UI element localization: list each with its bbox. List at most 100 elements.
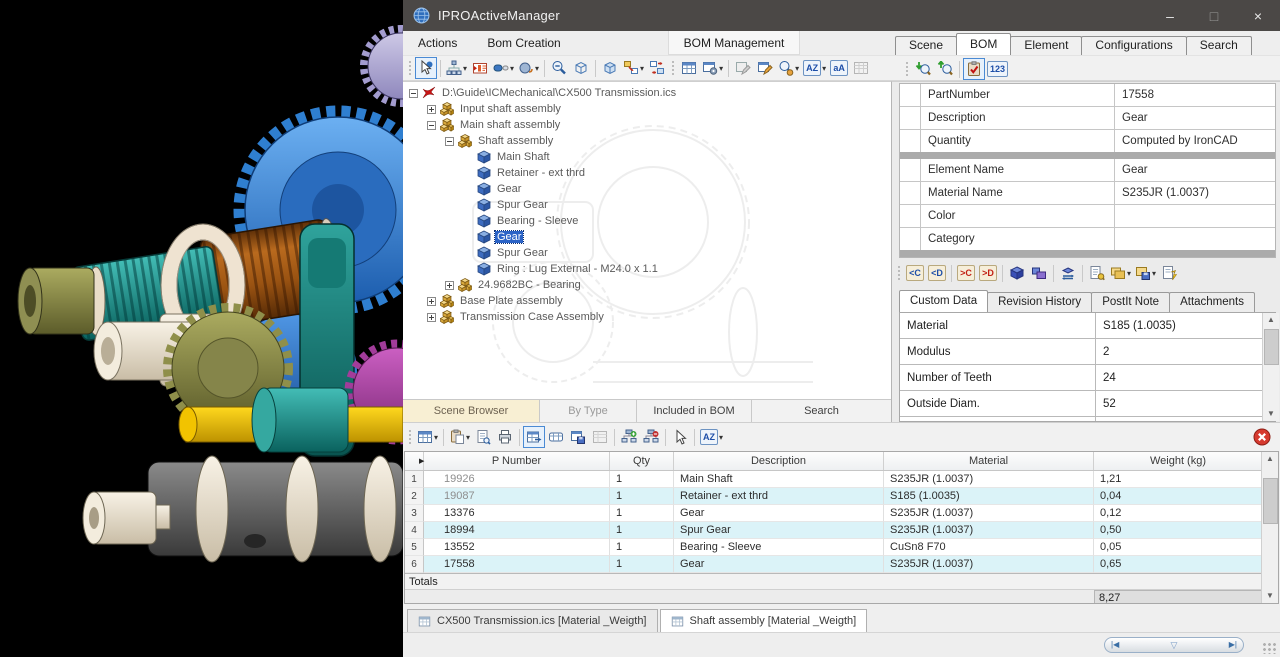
- zoom-out-tool[interactable]: [548, 57, 570, 79]
- viewport-3d[interactable]: [0, 0, 403, 657]
- cell-p-number[interactable]: 18994: [424, 522, 610, 539]
- table-sort-tool[interactable]: AZ ▾: [698, 426, 725, 448]
- cell-material[interactable]: S235JR (1.0037): [884, 522, 1094, 539]
- toolbar-grip[interactable]: [897, 265, 901, 281]
- bom-table-scrollbar[interactable]: ▲ ▼: [1261, 452, 1278, 603]
- tree-item-part[interactable]: Retainer - ext thrd: [403, 165, 891, 181]
- copy-custom-to-tool[interactable]: >C: [955, 262, 977, 284]
- property-row[interactable]: Category: [900, 228, 1275, 250]
- cell-qty[interactable]: 1: [610, 539, 674, 556]
- sheet-navigator[interactable]: |◀ ▽ ▶|: [1104, 637, 1244, 653]
- capsule-part-tool[interactable]: ▾: [491, 57, 516, 79]
- bom-panel-tool[interactable]: [469, 57, 491, 79]
- tree-item-part[interactable]: Spur Gear: [403, 197, 891, 213]
- tree-item-part[interactable]: Ring : Lug External - M24.0 x 1.1: [403, 261, 891, 277]
- tree-expand-icon[interactable]: [445, 281, 454, 290]
- cell-p-number[interactable]: 13552: [424, 539, 610, 556]
- menu-actions[interactable]: Actions: [403, 36, 472, 50]
- add-level-tool[interactable]: [618, 426, 640, 448]
- cell-material[interactable]: S185 (1.0035): [884, 488, 1094, 505]
- sphere-part-tool[interactable]: ▾: [516, 57, 541, 79]
- toolbar-grip[interactable]: [408, 60, 412, 76]
- property-value[interactable]: [1114, 228, 1275, 250]
- scrollbar-thumb[interactable]: [1263, 478, 1278, 524]
- cell-p-number[interactable]: 17558: [424, 556, 610, 573]
- custom-data-value[interactable]: 24: [1096, 365, 1275, 390]
- tree-item-assembly[interactable]: Main shaft assembly: [403, 117, 891, 133]
- edit-table-tool[interactable]: [754, 57, 776, 79]
- search-database-tool[interactable]: ▾: [776, 57, 801, 79]
- tab-configurations[interactable]: Configurations: [1081, 36, 1186, 55]
- cell-weight[interactable]: 0,04: [1094, 488, 1263, 505]
- scene-tree[interactable]: D:\Guide\ICMechanical\CX500 Transmission…: [403, 82, 891, 399]
- custom-data-row[interactable]: Material S185 (1.0035): [900, 313, 1275, 339]
- dropdown-arrow-icon[interactable]: ▾: [640, 64, 644, 73]
- custom-data-value[interactable]: S185 (1.0035): [1096, 313, 1275, 338]
- toolbar-grip[interactable]: [671, 60, 675, 76]
- dropdown-arrow-icon[interactable]: ▾: [463, 64, 467, 73]
- tree-item-root[interactable]: D:\Guide\ICMechanical\CX500 Transmission…: [403, 85, 891, 101]
- validate-bom-tool[interactable]: [963, 58, 985, 80]
- property-value[interactable]: S235JR (1.0037): [1114, 182, 1275, 204]
- tab-search[interactable]: Search: [1186, 36, 1252, 55]
- tree-item-assembly[interactable]: Input shaft assembly: [403, 101, 891, 117]
- dropdown-arrow-icon[interactable]: ▾: [434, 433, 438, 442]
- tree-collapse-icon[interactable]: [409, 89, 418, 98]
- cell-qty[interactable]: 1: [610, 522, 674, 539]
- case-tool[interactable]: aA: [828, 57, 850, 79]
- nav-last-icon[interactable]: ▶|: [1229, 638, 1237, 652]
- tree-item-part[interactable]: Spur Gear: [403, 245, 891, 261]
- tab-by-type[interactable]: By Type: [540, 400, 637, 422]
- property-value[interactable]: 17558: [1114, 84, 1275, 106]
- copy-structure-tool[interactable]: ▾: [621, 57, 646, 79]
- cell-p-number[interactable]: 13376: [424, 505, 610, 522]
- property-value[interactable]: Gear: [1114, 159, 1275, 181]
- table-layout-tool[interactable]: ▾: [415, 426, 440, 448]
- menu-bom-creation[interactable]: Bom Creation: [472, 36, 575, 50]
- import-bom-tool[interactable]: [912, 58, 934, 80]
- sheet-tab-shaft-assembly[interactable]: Shaft assembly [Material _Weigth]: [660, 609, 868, 633]
- cell-material[interactable]: S235JR (1.0037): [884, 471, 1094, 488]
- pointer-tool[interactable]: [669, 426, 691, 448]
- tree-collapse-icon[interactable]: [427, 121, 436, 130]
- cell-qty[interactable]: 1: [610, 505, 674, 522]
- dropdown-arrow-icon[interactable]: ▾: [466, 433, 470, 442]
- export-bom-tool[interactable]: [934, 58, 956, 80]
- tree-item-part[interactable]: Main Shaft: [403, 149, 891, 165]
- cell-p-number[interactable]: 19926: [424, 471, 610, 488]
- cell-description[interactable]: Retainer - ext thrd: [674, 488, 884, 505]
- cell-material[interactable]: S235JR (1.0037): [884, 505, 1094, 522]
- cell-description[interactable]: Gear: [674, 556, 884, 573]
- custom-data-row[interactable]: Outside Diam. 52: [900, 391, 1275, 417]
- quick-report-tool[interactable]: [1158, 262, 1180, 284]
- table-settings-tool[interactable]: ▾: [700, 57, 725, 79]
- dropdown-arrow-icon[interactable]: ▾: [822, 64, 826, 73]
- bom-row[interactable]: 2 19087 1 Retainer - ext thrd S185 (1.00…: [405, 488, 1278, 505]
- bom-row[interactable]: 1▶ 19926 1 Main Shaft S235JR (1.0037) 1,…: [405, 471, 1278, 488]
- tree-expand-icon[interactable]: [427, 297, 436, 306]
- dropdown-arrow-icon[interactable]: ▾: [1152, 269, 1156, 278]
- scroll-up-icon[interactable]: ▲: [1266, 452, 1274, 466]
- scroll-down-icon[interactable]: ▼: [1266, 589, 1274, 603]
- numbering-tool[interactable]: 123: [985, 58, 1010, 80]
- table-view-tool[interactable]: [678, 57, 700, 79]
- view-data-tool[interactable]: [1086, 262, 1108, 284]
- scroll-up-icon[interactable]: ▲: [1267, 313, 1275, 327]
- cell-material[interactable]: S235JR (1.0037): [884, 556, 1094, 573]
- export-wide-tool[interactable]: [545, 426, 567, 448]
- maximize-button[interactable]: □: [1192, 0, 1236, 31]
- tab-scene[interactable]: Scene: [895, 36, 957, 55]
- tree-expand-icon[interactable]: [427, 105, 436, 114]
- tab-included-in-bom[interactable]: Included in BOM: [637, 400, 752, 422]
- cell-qty[interactable]: 1: [610, 556, 674, 573]
- custom-data-row[interactable]: Number of Teeth 24: [900, 365, 1275, 391]
- save-folder-tool[interactable]: ▾: [1133, 262, 1158, 284]
- resize-grip[interactable]: [1262, 642, 1276, 654]
- cell-description[interactable]: Spur Gear: [674, 522, 884, 539]
- close-button[interactable]: ×: [1236, 0, 1280, 31]
- dropdown-arrow-icon[interactable]: ▾: [719, 64, 723, 73]
- tree-item-assembly[interactable]: 24.9682BC - Bearing: [403, 277, 891, 293]
- print-preview-tool[interactable]: [472, 426, 494, 448]
- cell-description[interactable]: Bearing - Sleeve: [674, 539, 884, 556]
- tab-postit-note[interactable]: PostIt Note: [1091, 292, 1170, 312]
